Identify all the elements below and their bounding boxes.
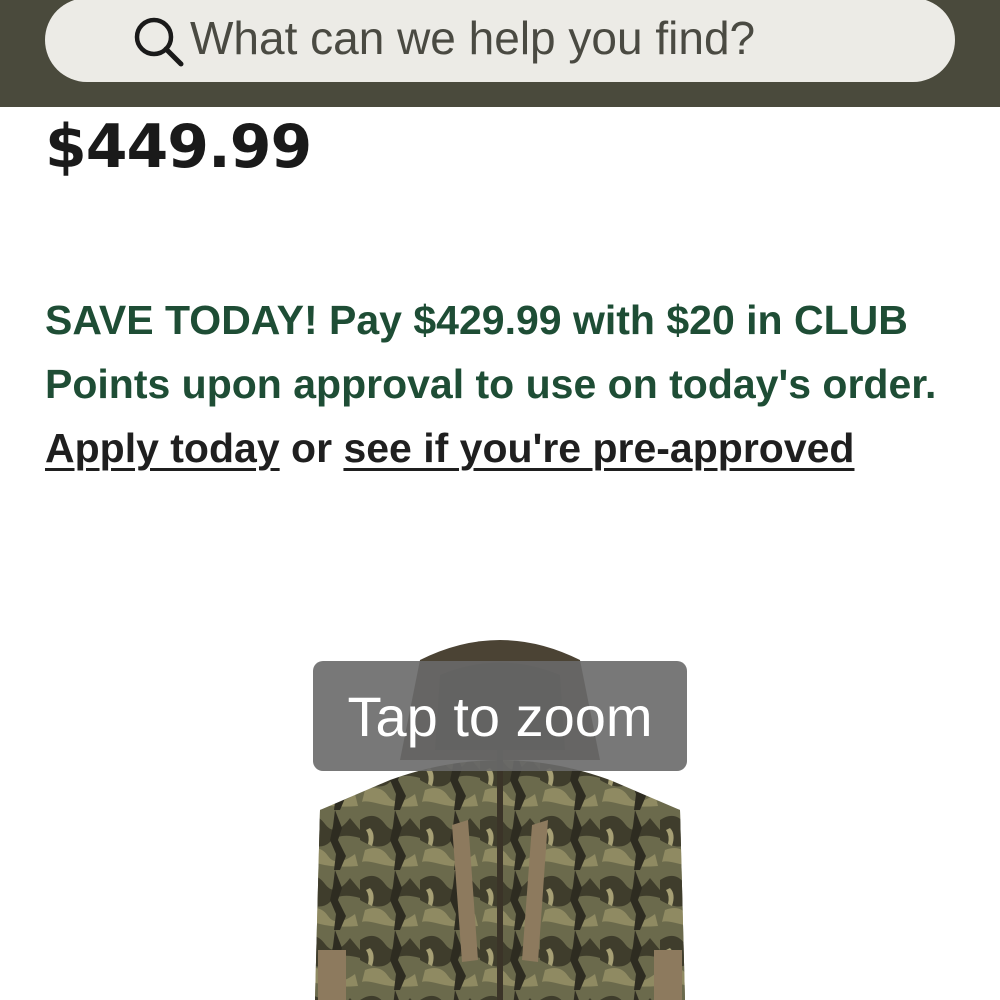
search-bar[interactable] — [45, 0, 955, 82]
top-header — [0, 0, 1000, 107]
tap-to-zoom-hint[interactable]: Tap to zoom — [313, 661, 687, 771]
promo-text: SAVE TODAY! Pay $429.99 with $20 in CLUB… — [45, 297, 937, 407]
promo-connector: or — [291, 425, 333, 471]
search-input[interactable] — [190, 8, 890, 68]
preapproved-link[interactable]: see if you're pre-approved — [343, 425, 854, 471]
credit-card-promo: SAVE TODAY! Pay $429.99 with $20 in CLUB… — [45, 288, 945, 480]
search-icon[interactable] — [129, 12, 187, 70]
product-price: $449.99 — [45, 112, 312, 182]
apply-today-link[interactable]: Apply today — [45, 425, 280, 471]
